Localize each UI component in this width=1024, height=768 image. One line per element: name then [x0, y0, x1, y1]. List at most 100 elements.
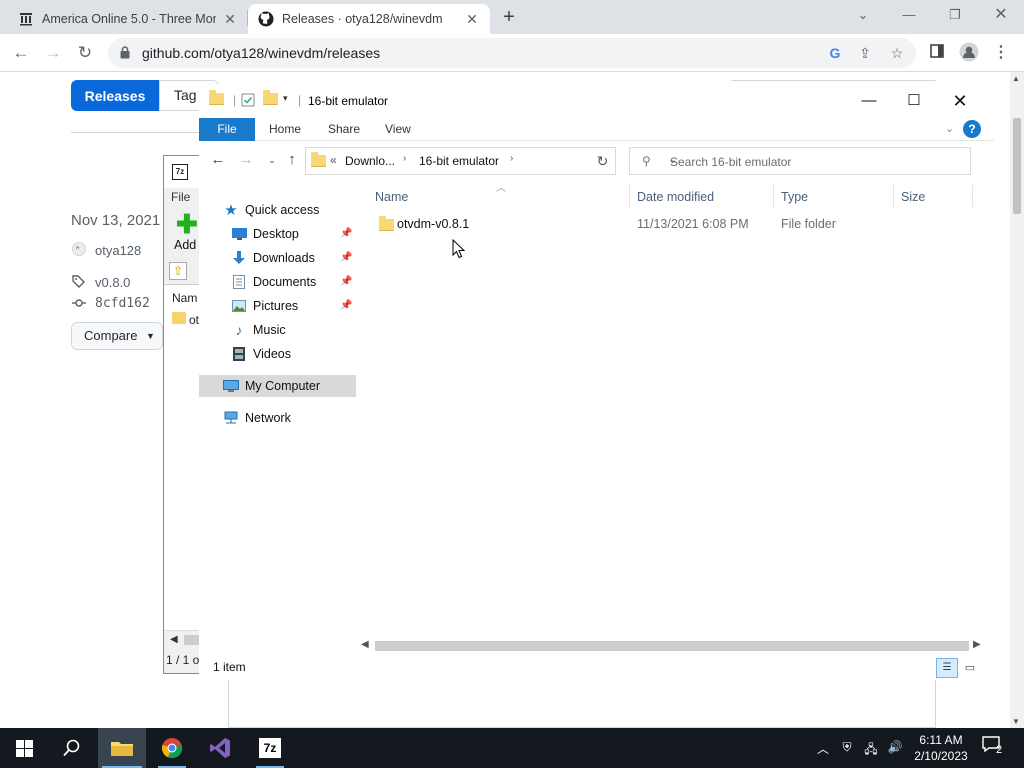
column-separator[interactable] [773, 185, 774, 207]
security-icon[interactable]: ⛨ [838, 740, 856, 755]
minimize-icon[interactable]: — [886, 0, 932, 30]
chevron-right-icon[interactable]: › [510, 153, 513, 164]
details-view-icon[interactable]: ☰ [936, 658, 958, 678]
side-panel-icon[interactable] [926, 42, 948, 64]
nav-desktop[interactable]: Desktop 📌 [199, 223, 356, 245]
url-text[interactable]: github.com/otya128/winevdm/releases [142, 45, 380, 61]
compare-button[interactable]: Compare ▼ [71, 322, 163, 350]
add-icon[interactable]: ✚ [176, 211, 198, 237]
nav-network[interactable]: Network [199, 407, 356, 429]
nav-documents[interactable]: Documents 📌 [199, 271, 356, 293]
bookmark-star-icon[interactable]: ☆ [888, 44, 906, 62]
column-separator[interactable] [893, 185, 894, 207]
share-icon[interactable]: ⇪ [856, 44, 874, 62]
breadcrumb-current[interactable]: 16-bit emulator [419, 154, 499, 168]
tag-name[interactable]: v0.8.0 [95, 275, 130, 290]
author-name[interactable]: otya128 [95, 243, 141, 258]
forward-icon[interactable]: → [235, 151, 257, 168]
breadcrumb-overflow[interactable]: « [330, 153, 337, 167]
menu-icon[interactable]: ⋮ [990, 42, 1012, 64]
scroll-right-icon[interactable]: ▶ [973, 639, 981, 650]
commit-sha[interactable]: 8cfd162 [95, 296, 150, 311]
up-folder-icon[interactable]: ↑ [281, 151, 303, 168]
network-status-icon[interactable]: 🖧 [862, 740, 880, 761]
column-separator[interactable] [972, 185, 973, 207]
tab-home[interactable]: Home [255, 118, 315, 141]
lock-icon[interactable] [120, 46, 130, 62]
close-icon[interactable]: ✕ [937, 88, 983, 114]
file-row[interactable]: otvdm-v0.8.1 11/13/2021 6:08 PM File fol… [375, 213, 980, 235]
restore-icon[interactable]: ❐ [932, 0, 978, 30]
nav-videos[interactable]: Videos [199, 343, 356, 365]
folder-up-icon[interactable]: ⇧ [169, 262, 187, 280]
scroll-down-icon[interactable]: ▼ [1012, 717, 1020, 726]
horizontal-scrollbar[interactable]: ◀ ▶ [361, 637, 981, 654]
nav-pictures[interactable]: Pictures 📌 [199, 295, 356, 317]
pin-icon[interactable]: 📌 [340, 228, 352, 239]
scroll-left-icon[interactable]: ◀ [170, 634, 178, 645]
maximize-icon[interactable]: ☐ [891, 88, 937, 114]
7zip-icon[interactable]: 7z [246, 728, 294, 768]
refresh-icon[interactable]: ↻ [590, 147, 616, 175]
column-name[interactable]: Name [375, 189, 408, 205]
column-type[interactable]: Type [781, 189, 808, 205]
clock[interactable]: 6:11 AM 2/10/2023 [906, 732, 976, 764]
nav-music[interactable]: ♪ Music [199, 319, 356, 341]
help-icon[interactable]: ? [963, 120, 981, 138]
show-hidden-icons-icon[interactable]: ︿ [814, 740, 832, 757]
release-author[interactable]: ᴿ otya128 [71, 242, 141, 259]
nav-downloads[interactable]: Downloads 📌 [199, 247, 356, 269]
recent-locations-icon[interactable]: ⌄ [261, 155, 283, 166]
pin-icon[interactable]: 📌 [340, 276, 352, 287]
releases-tab[interactable]: Releases [71, 80, 159, 111]
pin-icon[interactable]: 📌 [340, 252, 352, 263]
scroll-left-icon[interactable]: ◀ [361, 639, 369, 650]
properties-icon[interactable] [241, 93, 255, 107]
scroll-up-icon[interactable]: ▲ [1012, 74, 1020, 83]
menu-file[interactable]: File [171, 190, 190, 204]
close-tab-icon[interactable]: ✕ [464, 11, 480, 28]
tab-releases[interactable]: Releases · otya128/winevdm ✕ [248, 4, 490, 34]
address-bar[interactable]: « Downlo... › 16-bit emulator › ⌄ [305, 147, 677, 175]
close-tab-icon[interactable]: ✕ [222, 11, 238, 28]
chrome-icon[interactable] [148, 728, 196, 768]
scrollbar-thumb[interactable] [1013, 118, 1021, 214]
minimize-icon[interactable]: — [846, 88, 892, 114]
release-commit[interactable]: 8cfd162 [71, 296, 150, 311]
expand-ribbon-icon[interactable]: ⌄ [945, 122, 954, 135]
start-icon[interactable] [0, 728, 48, 768]
release-tag[interactable]: v0.8.0 [71, 274, 130, 291]
profile-avatar[interactable] [958, 42, 980, 64]
new-tab-button[interactable]: + [498, 6, 520, 28]
back-icon[interactable]: ← [8, 40, 34, 66]
scrollbar-thumb[interactable] [375, 641, 969, 651]
column-name[interactable]: Nam [172, 291, 197, 305]
breadcrumb-downloads[interactable]: Downlo... [345, 154, 395, 168]
google-icon[interactable]: G [826, 44, 844, 62]
search-icon[interactable] [48, 728, 96, 768]
customize-qa-icon[interactable]: ▾ [283, 93, 288, 104]
volume-icon[interactable]: 🔊 [886, 740, 904, 754]
file-name[interactable]: otvdm-v0.8.1 [397, 217, 469, 231]
tab-america-online[interactable]: America Online 5.0 - Three Mont ✕ [8, 4, 248, 34]
tab-view[interactable]: View [371, 118, 425, 141]
reload-icon[interactable]: ↻ [72, 40, 98, 66]
forward-icon[interactable]: → [40, 40, 66, 66]
nav-quick-access[interactable]: ★ Quick access [199, 199, 356, 221]
column-separator[interactable] [629, 185, 630, 207]
pin-icon[interactable]: 📌 [340, 300, 352, 311]
column-size[interactable]: Size [901, 189, 925, 205]
tab-file[interactable]: File [199, 118, 255, 141]
visual-studio-icon[interactable] [196, 728, 244, 768]
back-icon[interactable]: ← [207, 151, 229, 168]
tab-share[interactable]: Share [314, 118, 374, 141]
file-explorer-icon[interactable] [98, 728, 146, 768]
address-bar[interactable]: github.com/otya128/winevdm/releases G ⇪ … [108, 38, 916, 68]
add-button-label[interactable]: Add [174, 238, 196, 252]
list-item[interactable]: ot [189, 313, 199, 327]
horizontal-scrollbar[interactable]: ◀ [164, 630, 203, 648]
page-scrollbar[interactable]: ▲ ▼ [1010, 72, 1024, 728]
chevron-right-icon[interactable]: › [403, 153, 406, 164]
search-input[interactable]: ⚲ Search 16-bit emulator [629, 147, 971, 175]
nav-my-computer[interactable]: My Computer [199, 375, 356, 397]
